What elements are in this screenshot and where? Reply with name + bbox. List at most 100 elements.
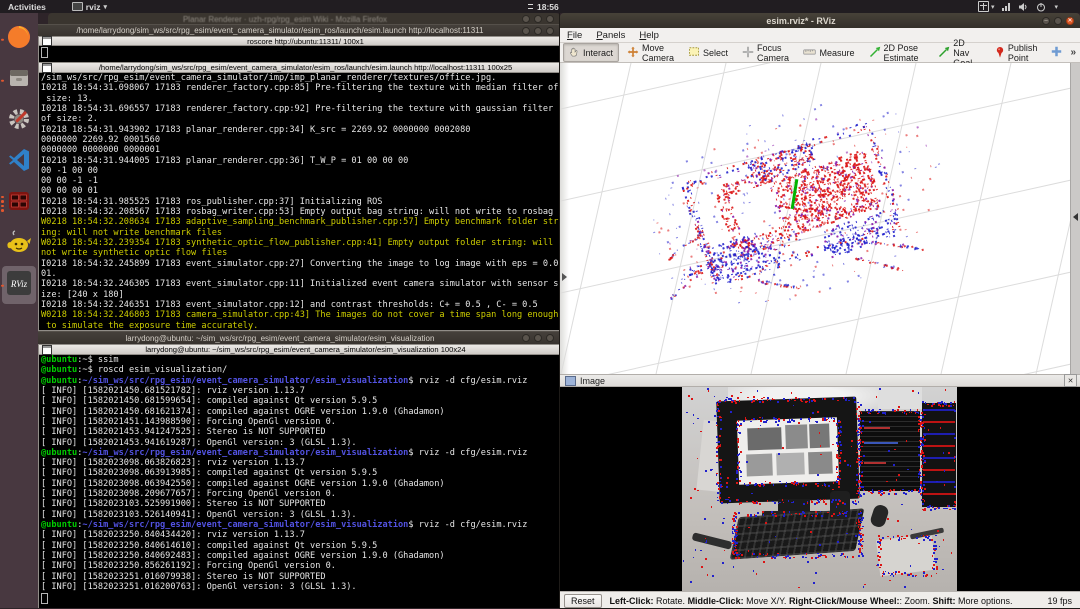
maximize-button[interactable] [1054, 16, 1062, 25]
dock-item-files[interactable] [0, 60, 38, 101]
terminal-line: W0218 18:54:32.208634 17183 adaptive_sam… [41, 217, 559, 228]
power-icon[interactable] [1036, 2, 1046, 12]
views-panel-collapsed[interactable] [1070, 63, 1080, 374]
roscore-terminal[interactable] [38, 46, 560, 62]
top-bar: Activities rviz ▾ 18:56 ▾ ▾ [0, 0, 1080, 13]
camera-image [682, 387, 957, 591]
menu-help[interactable]: Help [632, 28, 666, 42]
dock-item-terminal[interactable] [0, 183, 38, 224]
rviz-titlebar[interactable]: esim.rviz* - RViz – ✕ [560, 13, 1080, 28]
roscore-xterm-title: roscore http://ubuntu:11311/ 100x1 [247, 36, 364, 46]
terminal-line: of size: 2. [41, 114, 98, 125]
terminal-line: [ INFO] [1582023098.209677657]: Forcing … [41, 489, 336, 500]
volume-icon[interactable] [1018, 2, 1028, 12]
minimize-button[interactable] [522, 26, 530, 35]
activities-button[interactable]: Activities [8, 2, 46, 12]
grid-plane [560, 63, 1080, 374]
tool-add-display-button[interactable] [1045, 43, 1068, 62]
minimize-button[interactable]: – [1042, 16, 1050, 25]
terminal-line: [ INFO] [1582023251.016200763]: OpenGl v… [41, 581, 357, 592]
views-panel-toggle[interactable] [1073, 213, 1078, 221]
terminal-line: 0000000 2269.92 0001560 [41, 134, 160, 145]
terminal-line: @ubuntu:~$ roscd esim_visualization/ [41, 365, 228, 376]
tool-label: Interact [583, 47, 614, 58]
tool-measure-button[interactable]: Measure [797, 43, 860, 62]
rviz-statusbar: Reset Left-Click: Rotate. Middle-Click: … [560, 591, 1080, 609]
rviz-menubar: File Panels Help [560, 28, 1080, 43]
dock-item-vscode[interactable] [0, 142, 38, 183]
terminal-cursor [41, 593, 48, 604]
app-menu[interactable]: rviz ▾ [71, 1, 107, 12]
terminal-line: 00 -1 00 00 [41, 165, 98, 176]
toolbar-overflow-chevron[interactable]: » [1070, 47, 1076, 58]
terminal-line: [ INFO] [1582023098.063826823]: rviz ver… [41, 458, 305, 469]
app-menu-label: rviz [85, 1, 101, 12]
close-button[interactable] [546, 26, 554, 35]
rviz-3d-view[interactable] [560, 63, 1080, 374]
close-button[interactable] [546, 334, 554, 342]
chevron-down-icon: ▾ [103, 3, 107, 11]
running-indicator [1, 195, 4, 212]
terminal-line: I0218 18:54:32.245899 17183 event_simula… [41, 258, 559, 269]
displays-panel-toggle[interactable] [562, 273, 567, 281]
esim-launch-window-title: /home/larrydong/sim_ws/src/rpg_esim/even… [76, 26, 484, 35]
clock[interactable]: 18:56 [527, 0, 559, 13]
files-icon [7, 66, 31, 95]
dock-item-firefox[interactable] [0, 19, 38, 60]
visualization-terminal[interactable]: @ubuntu:~$ ssim @ubuntu:~$ roscd esim_vis… [38, 355, 560, 608]
tool-interact-button[interactable]: Interact [563, 43, 620, 62]
terminal-line: [ INFO] [1582023250.840434420]: rviz ver… [41, 530, 305, 541]
dock-item-teapot[interactable] [0, 224, 38, 265]
firefox-window-buttons[interactable] [522, 15, 554, 23]
maximize-button[interactable] [534, 26, 542, 35]
close-button[interactable]: ✕ [1066, 16, 1074, 25]
tool-2d-pose-estimate-button[interactable]: 2D Pose Estimate [863, 42, 931, 63]
terminal-line: I0218 18:54:32.246305 17183 event_simula… [41, 279, 559, 290]
image-panel-title: Image [580, 375, 606, 386]
image-panel-titlebar[interactable]: Image ✕ [560, 374, 1080, 387]
minimize-button[interactable] [522, 15, 530, 23]
tool-2d-nav-goal-button[interactable]: 2D Nav Goal [932, 38, 987, 68]
minimize-button[interactable] [522, 334, 530, 342]
nav-arrow-icon [938, 46, 950, 60]
chevron-down-icon[interactable]: ▾ [1054, 3, 1058, 11]
network-icon[interactable] [1002, 2, 1011, 11]
close-button[interactable] [546, 15, 554, 23]
measure-icon [803, 47, 817, 59]
terminal-line: 01. [41, 268, 57, 279]
tool-select-button[interactable]: Select [682, 43, 734, 62]
menu-file[interactable]: File [560, 28, 589, 42]
roscore-xterm-titlebar[interactable]: roscore http://ubuntu:11311/ 100x1 [38, 36, 560, 46]
weekday-glyph [527, 3, 534, 10]
displays-panel-collapsed [560, 63, 569, 374]
dock-item-settings[interactable] [0, 101, 38, 142]
image-panel-close-button[interactable]: ✕ [1064, 374, 1077, 387]
hand-icon [569, 46, 580, 60]
tool-focus-camera-button[interactable]: Focus Camera [736, 43, 795, 63]
menu-panels[interactable]: Panels [589, 28, 632, 42]
teapot-icon [6, 229, 32, 260]
tool-move-camera-button[interactable]: Move Camera [621, 43, 680, 63]
tool-publish-point-button[interactable]: Publish Point [989, 43, 1044, 63]
terminal-line: [ INFO] [1582023103.526140941]: OpenGl v… [41, 509, 357, 520]
esim-launch-xterm-titlebar[interactable]: /home/larrydong/sim_ws/src/rpg_esim/even… [38, 62, 560, 73]
visualization-window-titlebar[interactable]: larrydong@ubuntu: ~/sim_ws/src/rpg_esim/… [38, 331, 560, 344]
maximize-button[interactable] [534, 15, 542, 23]
terminal-line: 00 00 -1 -1 [41, 176, 98, 187]
maximize-button[interactable] [534, 334, 542, 342]
esim-launch-window-titlebar[interactable]: /home/larrydong/sim_ws/src/rpg_esim/even… [38, 24, 560, 36]
visualization-xterm-titlebar[interactable]: larrydong@ubuntu: ~/sim_ws/src/rpg_esim/… [38, 344, 560, 355]
esim-launch-terminal[interactable]: /sim_ws/src/rpg_esim/event_camera_simula… [38, 73, 560, 331]
terminal-line: I0218 18:54:31.943902 17183 planar_rende… [41, 124, 471, 135]
terminal-line: 0000000 0000000 0000001 [41, 145, 160, 156]
reset-button[interactable]: Reset [564, 593, 602, 608]
tool-label: 2D Pose Estimate [883, 42, 919, 63]
dock-item-rviz[interactable]: RViz [0, 265, 38, 306]
terminal-line: @ubuntu:~/sim_ws/src/rpg_esim/event_came… [41, 520, 528, 530]
terminal-line: [ INFO] [1582021451.143988590]: Forcing … [41, 416, 336, 427]
input-method-indicator[interactable]: ▾ [977, 1, 994, 12]
pin-icon [995, 46, 1005, 60]
terminal-line: I0218 18:54:32.208567 17183 rosbag_write… [41, 207, 554, 218]
terminal-line: /sim_ws/src/rpg_esim/event_camera_simula… [41, 73, 497, 83]
terminal-line: [ INFO] [1582023098.063942550]: compiled… [41, 478, 445, 489]
